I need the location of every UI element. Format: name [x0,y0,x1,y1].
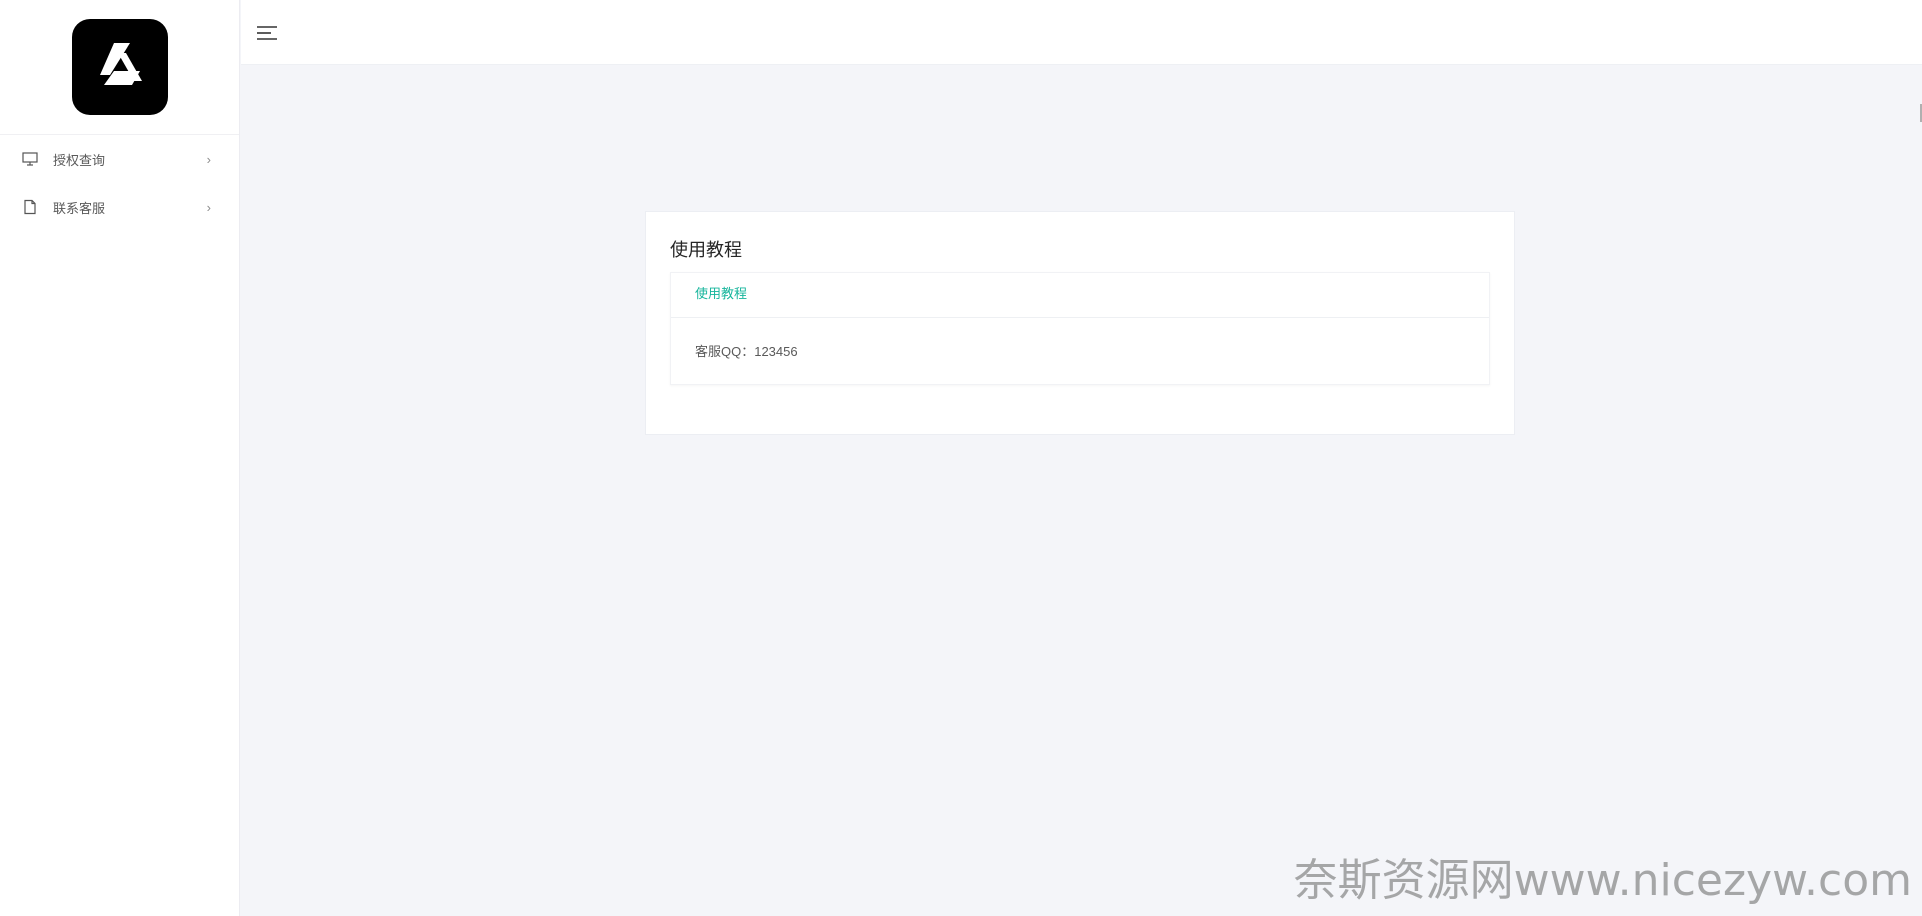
tutorial-panel-header[interactable]: 使用教程 [671,273,1489,318]
tutorial-panel: 使用教程 客服QQ：123456 [670,272,1490,385]
watermark: 奈斯资源网www.nicezyw.com [1293,855,1912,906]
logo-icon[interactable] [71,19,168,115]
tutorial-card: 使用教程 使用教程 客服QQ：123456 [645,211,1515,435]
top-bar [241,0,1922,65]
sidebar-item-license-query[interactable]: 授权查询 › [0,135,239,183]
chevron-right-icon: › [206,199,211,215]
sidebar-item-contact-support[interactable]: 联系客服 › [0,183,239,231]
support-qq-text: 客服QQ：123456 [695,344,798,359]
sidebar-item-label: 联系客服 [53,200,106,216]
monitor-icon [21,150,39,168]
document-icon [21,198,39,216]
hamburger-menu-icon[interactable] [256,23,278,45]
sidebar-item-label: 授权查询 [53,152,106,168]
sidebar: 授权查询 › 联系客服 › [0,0,240,916]
logo-area [0,0,239,135]
chevron-right-icon: › [206,151,211,167]
card-title: 使用教程 [670,240,742,260]
